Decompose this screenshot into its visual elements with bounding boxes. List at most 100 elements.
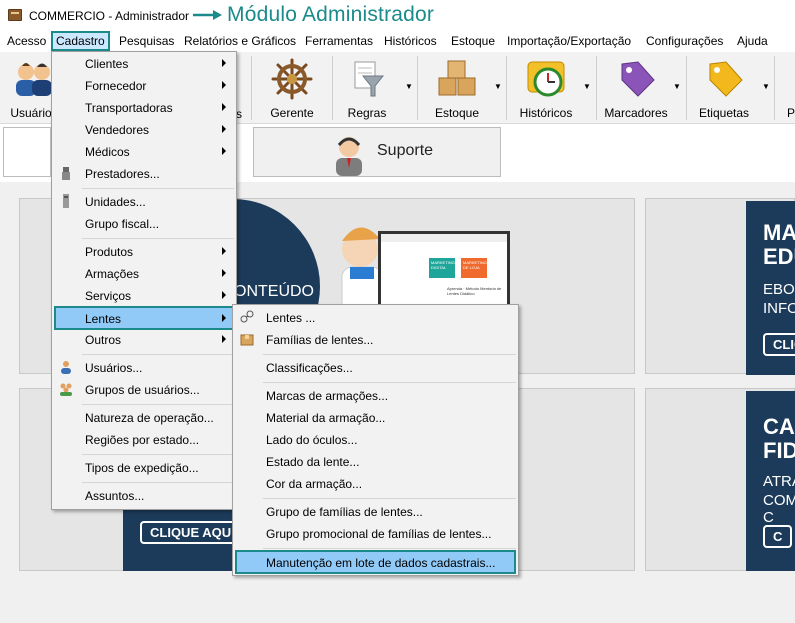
banner-sub-line-2: INFOG <box>763 300 795 317</box>
menu-item-label: Médicos <box>85 145 130 159</box>
banner-sub-line-3: ATRA <box>763 473 795 490</box>
menu-pesquisas[interactable]: Pesquisas <box>119 34 174 48</box>
submenu-arrow-icon <box>222 335 226 343</box>
menu-item-label: Fornecedor <box>85 79 147 93</box>
menu-ferramentas[interactable]: Ferramentas <box>305 34 373 48</box>
measure-icon <box>63 194 69 208</box>
submenu-arrow-icon <box>222 147 226 155</box>
menu-item-label: Grupo fiscal... <box>85 217 160 231</box>
menu-acesso[interactable]: Acesso <box>7 34 46 48</box>
gerente-button[interactable]: Gerente <box>256 54 328 122</box>
estoque-button[interactable]: Estoque <box>422 54 492 122</box>
estoque-label: Estoque <box>434 106 480 120</box>
submenu-item-familias-lentes[interactable]: Famílias de lentes... <box>235 329 516 351</box>
menu-item-assuntos[interactable]: Assuntos... <box>54 485 234 507</box>
regras-button[interactable]: Regras <box>336 54 398 122</box>
banner-title-line-4: FIDE <box>763 438 795 463</box>
menu-item-label: Lentes <box>85 312 122 326</box>
module-title: Módulo Administrador <box>227 3 435 26</box>
tab-suporte[interactable]: Suporte <box>253 127 501 177</box>
window-title: COMMERCIO - Administrador <box>29 9 190 23</box>
historicos-label: Históricos <box>519 106 573 120</box>
menu-item-armacoes[interactable]: Armações <box>54 263 234 285</box>
clic-button[interactable]: CLIC <box>763 333 795 356</box>
submenu-item-grupo-promocional[interactable]: Grupo promocional de famílias de lentes.… <box>235 523 516 545</box>
marcadores-label: Marcadores <box>604 106 668 120</box>
menu-item-grupos-usuarios[interactable]: Grupos de usuários... <box>54 379 234 401</box>
menu-item-medicos[interactable]: Médicos <box>54 141 234 163</box>
funnel-icon <box>354 61 385 97</box>
submenu-item-label: Marcas de armações... <box>266 389 389 403</box>
marcadores-button[interactable]: Marcadores <box>600 54 672 122</box>
submenu-item-lentes[interactable]: Lentes ... <box>235 307 516 329</box>
menu-item-clientes[interactable]: Clientes <box>54 53 234 75</box>
menu-item-outros[interactable]: Outros <box>54 329 234 351</box>
menu-item-unidades[interactable]: Unidades... <box>54 191 234 213</box>
menu-relatorios[interactable]: Relatórios e Gráficos <box>184 34 296 48</box>
historicos-dropdown-icon[interactable]: ▼ <box>583 82 591 91</box>
submenu-item-estado-lente[interactable]: Estado da lente... <box>235 451 516 473</box>
regras-label: Regras <box>347 106 387 120</box>
submenu-item-manutencao-lote[interactable]: Manutenção em lote de dados cadastrais..… <box>235 550 516 574</box>
menu-item-regioes-estado[interactable]: Regiões por estado... <box>54 429 234 451</box>
submenu-item-lado-oculos[interactable]: Lado do óculos... <box>235 429 516 451</box>
history-clock-icon <box>527 61 565 97</box>
submenu-item-label: Classificações... <box>266 361 353 375</box>
menu-item-vendedores[interactable]: Vendedores <box>54 119 234 141</box>
historicos-button[interactable]: Históricos <box>512 54 580 122</box>
cadastro-menu: Clientes Fornecedor Transportadoras Vend… <box>51 51 237 510</box>
preview-header <box>381 234 507 242</box>
menu-cadastro[interactable]: Cadastro <box>51 31 110 51</box>
title-bar: COMMERCIO - Administrador Módulo Adminis… <box>0 0 795 32</box>
menu-item-lentes[interactable]: Lentes <box>54 306 234 330</box>
menu-item-produtos[interactable]: Produtos <box>54 241 234 263</box>
menu-item-label: Vendedores <box>85 123 150 137</box>
menu-item-transportadoras[interactable]: Transportadoras <box>54 97 234 119</box>
banner-card-bottom-right[interactable]: CAR FIDE ATRA COM C C <box>645 388 795 571</box>
tag-yellow-icon <box>709 61 743 97</box>
worker-icon <box>62 167 70 180</box>
etiquetas-button[interactable]: Etiquetas <box>690 54 758 122</box>
submenu-arrow-icon <box>222 103 226 111</box>
estoque-dropdown-icon[interactable]: ▼ <box>494 82 502 91</box>
c-button[interactable]: C <box>763 525 793 548</box>
submenu-arrow-icon <box>222 125 226 133</box>
menu-ajuda[interactable]: Ajuda <box>737 34 768 48</box>
menu-item-prestadores[interactable]: Prestadores... <box>54 163 234 185</box>
submenu-item-cor-armacao[interactable]: Cor da armação... <box>235 473 516 495</box>
preview-card-1: MARKETING DIGITAL <box>429 258 455 278</box>
menu-estoque[interactable]: Estoque <box>451 34 495 48</box>
menu-item-label: Tipos de expedição... <box>85 461 199 475</box>
submenu-item-classificacoes[interactable]: Classificações... <box>235 357 516 379</box>
submenu-item-grupo-familias[interactable]: Grupo de famílias de lentes... <box>235 501 516 523</box>
submenu-arrow-icon <box>222 81 226 89</box>
menu-item-usuarios[interactable]: Usuários... <box>54 357 234 379</box>
user-icon <box>61 361 71 374</box>
menu-importacao[interactable]: Importação/Exportação <box>507 34 631 48</box>
menu-item-servicos[interactable]: Serviços <box>54 285 234 307</box>
submenu-item-marcas-armacoes[interactable]: Marcas de armações... <box>235 385 516 407</box>
etiquetas-dropdown-icon[interactable]: ▼ <box>762 82 770 91</box>
menu-item-label: Usuários... <box>85 361 143 375</box>
menu-item-tipos-expedicao[interactable]: Tipos de expedição... <box>54 457 234 479</box>
banner-sub-line-4: COM C <box>763 492 795 526</box>
p-button[interactable]: P <box>778 54 795 122</box>
submenu-arrow-icon <box>222 247 226 255</box>
menu-item-fornecedor[interactable]: Fornecedor <box>54 75 234 97</box>
regras-dropdown-icon[interactable]: ▼ <box>405 82 413 91</box>
banner-title-line-1: MAT <box>763 220 795 245</box>
menu-configuracoes[interactable]: Configurações <box>646 34 723 48</box>
menu-item-label: Natureza de operação... <box>85 411 214 425</box>
menu-item-label: Transportadoras <box>85 101 173 115</box>
marcadores-dropdown-icon[interactable]: ▼ <box>673 82 681 91</box>
menu-item-natureza-operacao[interactable]: Natureza de operação... <box>54 407 234 429</box>
submenu-item-label: Grupo promocional de famílias de lentes.… <box>266 527 492 541</box>
menu-bar: Acesso Cadastro Pesquisas Relatórios e G… <box>0 31 795 52</box>
menu-item-grupo-fiscal[interactable]: Grupo fiscal... <box>54 213 234 235</box>
p-label: P <box>787 106 795 120</box>
user-group-icon <box>60 383 72 396</box>
banner-card-top-right[interactable]: MAT EDU EBOO INFOG CLIC <box>645 198 795 375</box>
tab-home[interactable] <box>3 127 51 177</box>
submenu-item-material-armacao[interactable]: Material da armação... <box>235 407 516 429</box>
menu-historicos[interactable]: Históricos <box>384 34 437 48</box>
